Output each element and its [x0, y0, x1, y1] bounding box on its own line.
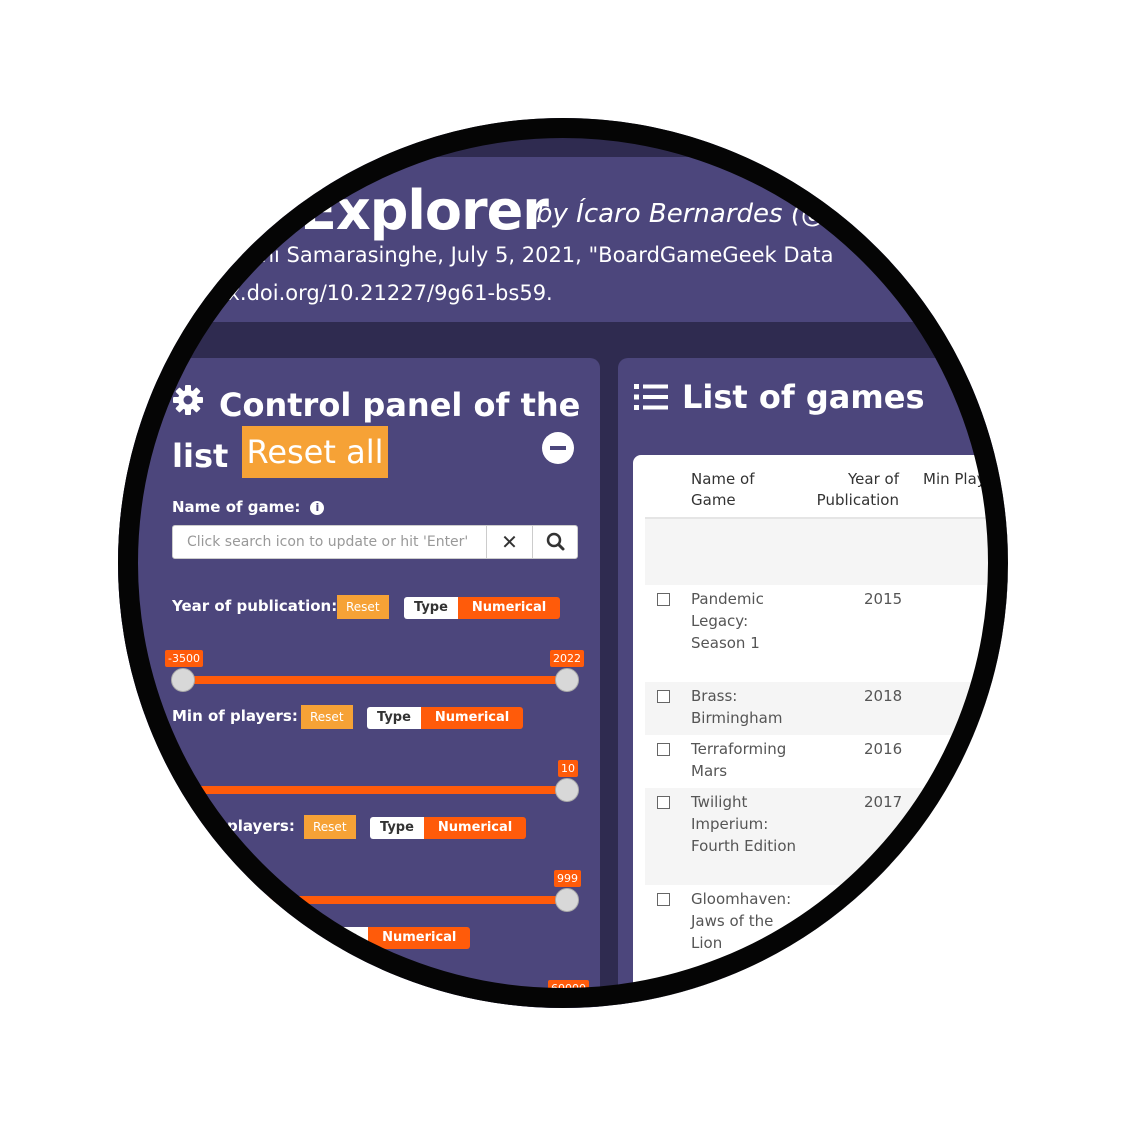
min-players-min-value-tag: [173, 760, 183, 777]
max-players-label: players:: [227, 817, 295, 835]
games-table: Name of Game Year of Publication Min Pla…: [633, 455, 1008, 1008]
year-type-label: Type: [404, 597, 458, 619]
page-header: Explorer by Ícaro Bernardes (@I n: Dilin…: [140, 157, 1008, 322]
row-checkbox[interactable]: [657, 743, 670, 756]
max-players-reset-button[interactable]: Reset: [304, 815, 356, 839]
panel-title-line2: list: [172, 437, 229, 475]
game-name: Twilight Imperium: Fourth Edition: [691, 793, 796, 855]
table-row[interactable]: Terraforming Mars 2016: [645, 735, 1008, 788]
table-row[interactable]: Pandemic Legacy: Season 1 2015: [645, 585, 1008, 682]
year-min-value-tag: -3500: [165, 650, 203, 667]
game-name: Terraforming Mars: [691, 740, 787, 780]
filter4-max-value-tag: 60000: [548, 980, 589, 997]
max-players-type-label: Type: [370, 817, 424, 839]
clear-search-button[interactable]: ✕: [486, 526, 532, 558]
search-button[interactable]: [532, 526, 579, 558]
min-players-reset-button[interactable]: Reset: [301, 705, 353, 729]
table-row[interactable]: Brass: Birmingham 2018: [645, 682, 1008, 735]
search-input[interactable]: Click search icon to update or hit 'Ente…: [187, 534, 468, 550]
list-of-games-title: List of games: [682, 378, 925, 416]
game-year: 2017: [864, 793, 903, 811]
app-view: Explorer by Ícaro Bernardes (@I n: Dilin…: [118, 118, 1008, 1008]
min-players-type-toggle[interactable]: Type Numerical: [367, 707, 524, 729]
year-slider-max-handle[interactable]: [555, 668, 579, 692]
game-name: Pandemic Legacy: Season 1: [691, 590, 764, 652]
max-players-slider-track[interactable]: [183, 896, 567, 904]
max-players-slider-max-handle[interactable]: [555, 888, 579, 912]
magnifier-lens: Explorer by Ícaro Bernardes (@I n: Dilin…: [118, 118, 1008, 1008]
gear-icon: [173, 385, 203, 415]
filter4-type-toggle[interactable]: ne Numerical: [330, 927, 471, 949]
list-of-games-panel: List of games Name of Game Year of Publi…: [618, 358, 1008, 1008]
list-icon: [634, 384, 668, 410]
game-year: 2018: [864, 687, 903, 705]
reset-all-button[interactable]: Reset all: [242, 426, 388, 478]
column-header-min-players[interactable]: Min Play: [923, 469, 986, 490]
filter4-numerical-option[interactable]: Numerical: [368, 927, 471, 949]
year-reset-button[interactable]: Reset: [337, 595, 389, 619]
table-row[interactable]: Gloomhaven: Jaws of the Lion: [645, 885, 1008, 985]
year-slider-track[interactable]: [183, 676, 567, 684]
name-of-game-label: Name of game: i: [172, 498, 325, 516]
row-checkbox[interactable]: [657, 690, 670, 703]
row-checkbox[interactable]: [657, 796, 670, 809]
filter4-type-label: ne: [330, 927, 369, 949]
game-year: 2016: [864, 740, 903, 758]
min-players-numerical-option[interactable]: Numerical: [420, 707, 524, 729]
year-of-publication-label: Year of publication:: [172, 597, 338, 615]
game-name: Gloomhaven: Jaws of the Lion: [691, 890, 792, 952]
panel-title-line1: Control panel of the: [219, 386, 581, 424]
year-type-toggle[interactable]: Type Numerical: [404, 597, 561, 619]
year-max-value-tag: 2022: [550, 650, 584, 667]
data-citation: n: Dilini Samarasinghe, July 5, 2021, "B…: [200, 243, 834, 267]
max-players-max-value-tag: 999: [554, 870, 581, 887]
min-players-type-label: Type: [367, 707, 421, 729]
max-players-numerical-option[interactable]: Numerical: [423, 817, 527, 839]
control-panel: Control panel of the list Reset all Name…: [118, 358, 600, 1008]
max-players-type-toggle[interactable]: Type Numerical: [370, 817, 527, 839]
min-players-slider-max-handle[interactable]: [555, 778, 579, 802]
game-year: 2015: [864, 590, 903, 608]
year-slider-min-handle[interactable]: [171, 668, 195, 692]
collapse-minus-icon[interactable]: [542, 432, 574, 464]
min-players-slider-track[interactable]: [183, 786, 567, 794]
game-search-field: Click search icon to update or hit 'Ente…: [172, 525, 578, 559]
min-players-max-value-tag: 10: [558, 760, 578, 777]
year-numerical-option[interactable]: Numerical: [457, 597, 561, 619]
app-title: Explorer: [300, 179, 549, 242]
column-header-name[interactable]: Name of Game: [691, 469, 771, 511]
row-checkbox[interactable]: [657, 593, 670, 606]
column-header-year[interactable]: Year of Publication: [803, 469, 899, 511]
author-byline: by Ícaro Bernardes (@I: [536, 199, 835, 229]
name-of-game-text: Name of game:: [172, 498, 301, 516]
info-icon[interactable]: i: [310, 501, 325, 515]
search-icon: [546, 532, 565, 551]
game-name: Brass: Birmingham: [691, 687, 783, 727]
row-checkbox[interactable]: [657, 893, 670, 906]
min-players-label: Min of players:: [172, 707, 298, 725]
doi-link[interactable]: //dx.doi.org/10.21227/9g61-bs59.: [200, 281, 553, 305]
filter-row: [645, 519, 1008, 585]
table-row[interactable]: Twilight Imperium: Fourth Edition 2017: [645, 788, 1008, 885]
